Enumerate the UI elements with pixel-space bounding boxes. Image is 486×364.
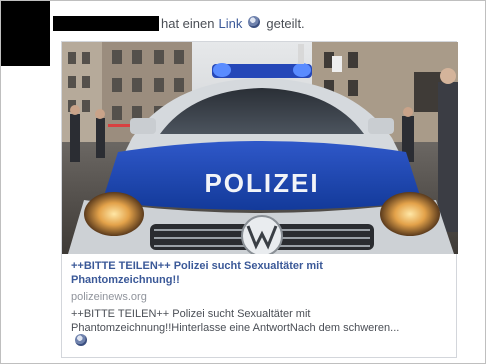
action-prefix: hat einen	[161, 15, 215, 31]
card-description-line2: Phantomzeichnung!!Hinterlasse eine Antwo…	[71, 322, 400, 334]
card-domain: polizeinews.org	[71, 291, 147, 303]
author-name-redacted[interactable]	[53, 15, 159, 31]
card-title-line1[interactable]: ++BITTE TEILEN++ Polizei sucht Sexualtät…	[71, 259, 451, 273]
globe-icon[interactable]	[75, 334, 87, 346]
post-frame: hat einen Link geteilt. POLIZEI ++BITTE …	[0, 0, 486, 364]
post-header: hat einen Link geteilt.	[53, 13, 305, 33]
card-title-line2[interactable]: Phantomzeichnung!!	[71, 273, 451, 287]
card-description: ++BITTE TEILEN++ Polizei sucht Sexualtät…	[71, 307, 451, 335]
link-preview-card[interactable]: POLIZEI ++BITTE TEILEN++ Polizei sucht S…	[61, 41, 458, 358]
car-hood-text: POLIZEI	[204, 168, 319, 198]
card-description-line1: ++BITTE TEILEN++ Polizei sucht Sexualtät…	[71, 308, 311, 320]
avatar[interactable]	[1, 1, 50, 66]
card-body: ++BITTE TEILEN++ Polizei sucht Sexualtät…	[71, 259, 451, 335]
action-suffix: geteilt.	[266, 15, 305, 31]
police-car-photo[interactable]: POLIZEI	[62, 42, 458, 254]
globe-icon[interactable]	[248, 16, 261, 28]
link-word[interactable]: Link	[219, 16, 243, 31]
card-title[interactable]: ++BITTE TEILEN++ Polizei sucht Sexualtät…	[71, 259, 451, 287]
